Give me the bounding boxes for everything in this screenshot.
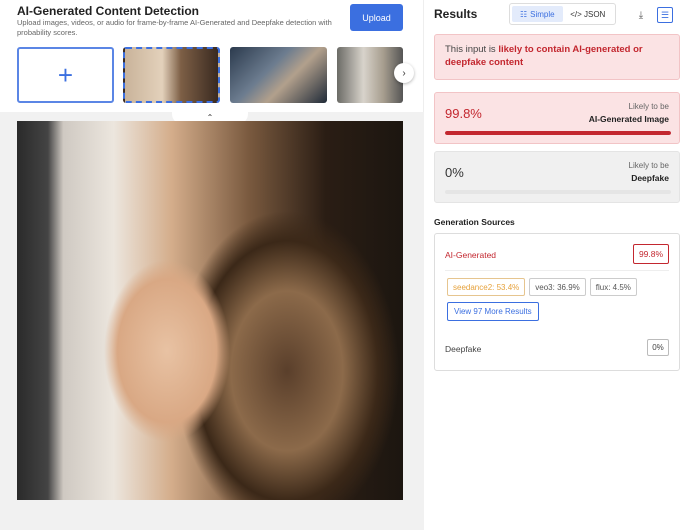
source-chip[interactable]: seedance2: 53.4% [447,278,526,296]
ai-score-label-top: Likely to be [628,102,669,111]
chevron-right-icon[interactable]: › [394,63,414,83]
view-toggle: ☷ Simple </> JSON [509,3,616,25]
deepfake-score-percent: 0% [445,165,464,180]
report-icon[interactable]: ☰ [657,7,673,23]
source-chip[interactable]: veo3: 36.9% [529,278,586,296]
add-media-button[interactable]: + [17,47,114,103]
source-ai-label: AI-Generated [445,250,497,260]
list-icon: ☷ [519,9,528,19]
generation-sources-title: Generation Sources [434,217,515,227]
deepfake-score-label-bottom: Deepfake [631,173,669,183]
download-icon[interactable]: ⤓ [633,7,649,23]
source-deepfake-percent-badge: 0% [647,339,669,356]
results-title: Results [434,7,478,21]
generation-sources-panel: AI-Generated 99.8% seedance2: 53.4% veo3… [434,233,680,371]
view-simple-label: Simple [530,9,555,19]
ai-score-label-bottom: AI-Generated Image [588,114,669,124]
input-pane: AI-Generated Content Detection Upload im… [0,0,424,530]
upload-button[interactable]: Upload [350,4,403,31]
source-chip-list: seedance2: 53.4% veo3: 36.9% flux: 4.5% [447,278,637,296]
verdict-prefix: This input is [445,44,499,55]
source-chip[interactable]: flux: 4.5% [589,278,637,296]
deepfake-score-card: 0% Likely to be Deepfake [434,151,680,203]
ai-generated-score-card: 99.8% Likely to be AI-Generated Image [434,92,680,144]
media-preview-image [17,121,403,500]
ai-score-bar [445,131,671,135]
source-deepfake-label: Deepfake [445,344,482,354]
view-simple-button[interactable]: ☷ Simple [512,6,563,22]
source-ai-percent-badge: 99.8% [633,244,669,264]
divider [445,270,669,271]
view-json-button[interactable]: </> JSON [563,6,614,22]
ai-score-percent: 99.8% [445,106,482,121]
page-subtitle: Upload images, videos, or audio for fram… [17,18,332,37]
deepfake-score-label-top: Likely to be [628,161,669,170]
plus-icon: + [57,60,74,90]
thumbnail[interactable] [337,47,403,103]
thumbnail-selected[interactable] [123,47,220,103]
thumbnail[interactable] [230,47,327,103]
verdict-alert: This input is likely to contain AI-gener… [434,34,680,80]
view-more-results-button[interactable]: View 97 More Results [447,302,539,321]
deepfake-score-bar [445,190,671,194]
page-title: AI-Generated Content Detection [17,4,200,18]
ai-score-bar-fill [445,131,671,135]
results-pane: Results ☷ Simple </> JSON ⤓ ☰ This input… [425,0,700,530]
